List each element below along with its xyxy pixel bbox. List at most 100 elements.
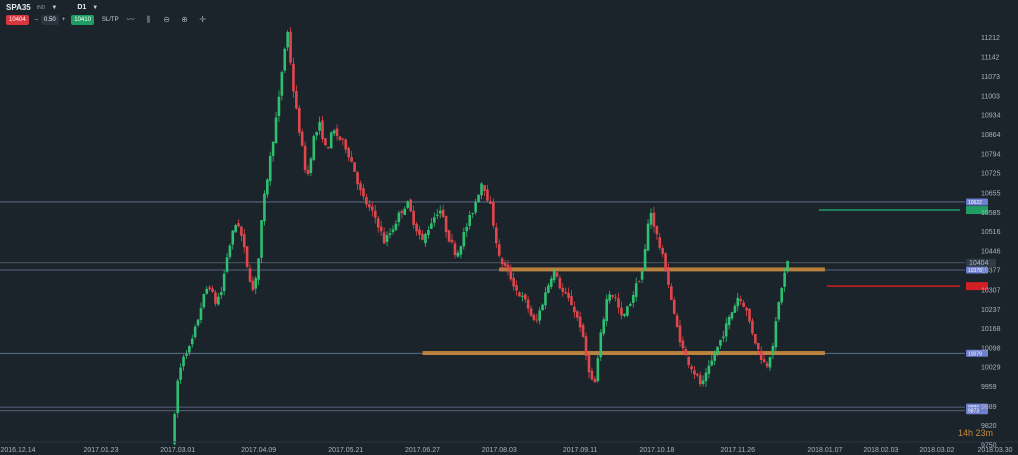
candle-body <box>713 355 716 361</box>
y-tick-label: 10725 <box>981 171 1001 178</box>
candle-body <box>441 209 445 217</box>
y-tick-label: 11142 <box>981 55 1000 62</box>
candle-body <box>421 233 424 240</box>
candle-body <box>190 338 194 345</box>
candle-body <box>719 339 722 346</box>
candle-body <box>321 120 324 140</box>
zoom-out-icon[interactable]: ⊖ <box>161 15 173 24</box>
sell-button[interactable]: 10404 <box>6 14 29 25</box>
timeframe-selector[interactable]: D1 <box>77 4 86 11</box>
candle-body <box>188 345 191 353</box>
zoom-in-icon[interactable]: ⊕ <box>179 15 191 24</box>
candle-body <box>587 354 591 373</box>
candle-body <box>768 357 772 368</box>
candle-body <box>474 202 477 213</box>
candle-body <box>614 297 617 299</box>
x-tick-label: 2017.09.11 <box>563 447 598 454</box>
line-chart-icon[interactable]: 〰 <box>125 14 137 25</box>
candle-body <box>459 246 463 255</box>
candle-body <box>541 304 544 311</box>
candle-body <box>643 249 647 271</box>
candle-body <box>222 273 226 292</box>
candle-body <box>515 285 518 291</box>
candle-body <box>309 158 313 173</box>
increase-quantity-button[interactable]: + <box>62 17 66 23</box>
sltp-button[interactable]: SL/TP <box>102 17 119 23</box>
candle-body <box>754 334 757 344</box>
candle-body <box>324 138 327 146</box>
current-price-label: 10404 <box>969 260 989 267</box>
candle-body <box>394 223 398 230</box>
crosshair-icon[interactable]: ✛ <box>197 15 209 24</box>
x-tick-label: 2017.06.27 <box>405 447 440 454</box>
candle-body <box>581 324 585 338</box>
y-tick-label: 11212 <box>981 35 1000 42</box>
y-tick-label: 10585 <box>981 210 1001 217</box>
candle-body <box>552 270 556 281</box>
candle-body <box>555 272 559 277</box>
x-tick-label: 2017.11.26 <box>721 447 756 454</box>
candle-body <box>489 201 492 205</box>
candle-body <box>217 296 220 305</box>
candle-body <box>397 212 401 223</box>
candle-body <box>329 132 333 149</box>
candle-body <box>251 280 255 291</box>
quantity-stepper[interactable]: – 0.50 + <box>35 14 66 25</box>
symbol-dropdown-icon[interactable]: ▼ <box>51 5 57 11</box>
candle-body <box>373 210 377 218</box>
candle-body <box>701 380 705 384</box>
candle-body <box>315 131 319 136</box>
candle-body <box>211 288 214 292</box>
candle-body <box>297 107 301 133</box>
candle-body <box>786 260 789 272</box>
candle-body <box>623 313 626 316</box>
candle-body <box>696 373 699 376</box>
candle-body <box>274 117 278 144</box>
candle-body <box>733 305 737 313</box>
symbol-name[interactable]: SPA35 <box>6 3 31 12</box>
support-zone <box>499 267 825 272</box>
candle-body <box>300 131 304 146</box>
candle-body <box>523 294 527 300</box>
x-tick-label: 2018.03.30 <box>977 447 1012 454</box>
buy-button[interactable]: 10410 <box>71 14 94 25</box>
quantity-input[interactable]: 0.50 <box>41 14 59 25</box>
candle-body <box>432 217 436 223</box>
x-tick-label: 2017.04.09 <box>241 447 276 454</box>
candle-body <box>710 360 714 366</box>
candle-body <box>500 258 504 265</box>
candle-body <box>176 380 180 414</box>
candle-body <box>465 226 469 232</box>
candle-body <box>678 325 682 343</box>
candle-body <box>477 194 480 203</box>
candle-body <box>344 139 348 150</box>
candle-body <box>605 299 609 322</box>
candle-body <box>593 378 597 383</box>
candle-body <box>584 336 588 356</box>
candle-body <box>471 213 474 215</box>
candle-body <box>228 245 232 257</box>
decrease-quantity-button[interactable]: – <box>35 17 38 23</box>
chart-toolbar: SPA35 IND ▼ D1 ▼ 10404 – 0.50 + 10410 SL… <box>0 0 960 30</box>
candle-body <box>306 169 310 174</box>
candle-body <box>312 136 316 160</box>
x-tick-label: 2018.01.07 <box>807 447 842 454</box>
candle-body <box>205 288 209 294</box>
candle-body <box>690 366 693 370</box>
y-tick-label: 10934 <box>981 112 1001 119</box>
candle-body <box>771 345 775 356</box>
price-chart[interactable]: 1062210378100799886987310404 11212111421… <box>0 0 1018 455</box>
y-tick-label: 9889 <box>981 404 997 411</box>
candle-body <box>208 287 211 290</box>
candle-body <box>658 237 662 248</box>
candle-body <box>350 157 353 162</box>
y-tick-label: 10168 <box>981 326 1001 333</box>
bar-chart-icon[interactable]: ⫼ <box>143 15 155 25</box>
candle-body <box>327 146 330 149</box>
candle-body <box>368 204 371 208</box>
candle-body <box>430 223 433 229</box>
candle-body <box>567 292 570 298</box>
candle-body <box>736 297 740 307</box>
timeframe-dropdown-icon[interactable]: ▼ <box>92 5 98 11</box>
candle-body <box>292 63 295 92</box>
